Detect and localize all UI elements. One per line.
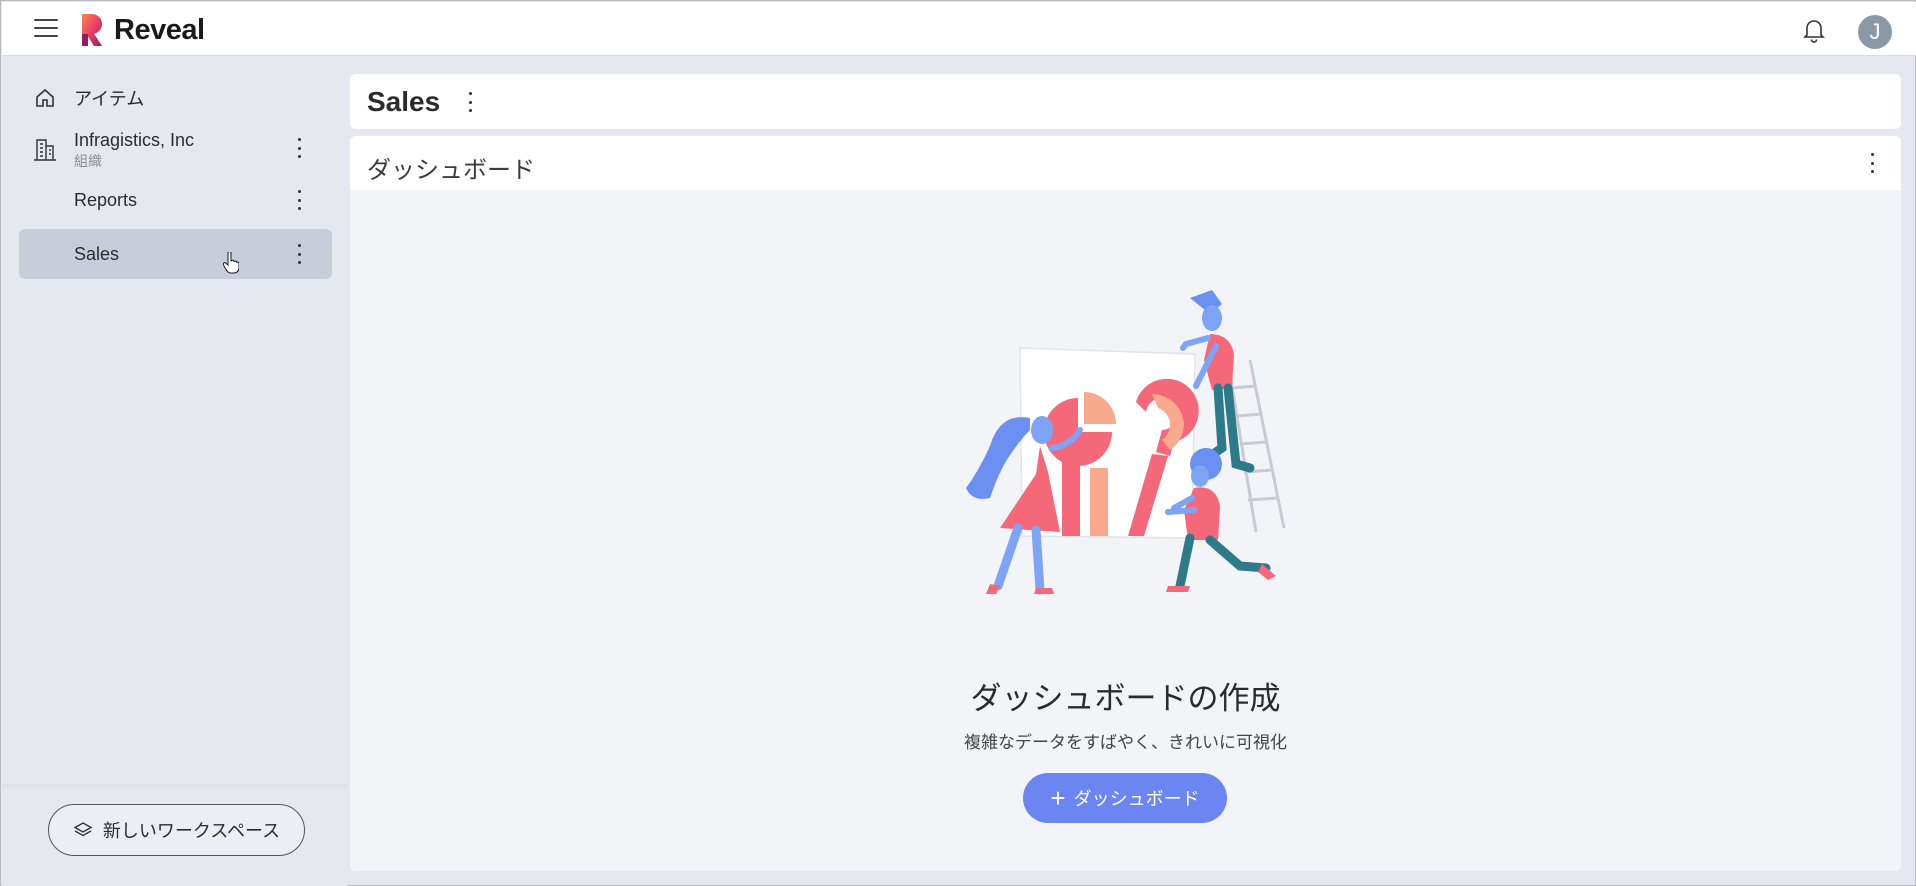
sidebar-divider: [2, 784, 347, 790]
section-title: ダッシュボード: [367, 157, 535, 184]
create-dashboard-label: ダッシュボード: [1073, 789, 1200, 809]
new-workspace-label: 新しいワークスペース: [102, 821, 281, 841]
top-app-bar: Reveal J: [2, 2, 1916, 56]
create-dashboard-button[interactable]: + ダッシュボード: [1023, 773, 1227, 823]
sidebar-item-label: Infragistics, Inc: [74, 130, 195, 150]
new-workspace-button[interactable]: 新しいワークスペース: [48, 804, 305, 856]
sidebar-item-sales[interactable]: Sales: [19, 229, 332, 279]
sidebar-item-label: Reports: [74, 189, 138, 210]
kebab-icon[interactable]: [296, 244, 302, 264]
app-logo[interactable]: Reveal: [78, 12, 205, 48]
sidebar-item-sublabel: 組織: [74, 153, 102, 169]
sidebar-item-label: Sales: [74, 243, 120, 264]
plus-icon: +: [1050, 783, 1066, 813]
menu-icon[interactable]: [34, 19, 58, 39]
sidebar-item-reports[interactable]: Reports: [19, 175, 332, 225]
bell-icon[interactable]: [1800, 16, 1828, 44]
home-icon: [36, 88, 54, 107]
pointer-cursor-icon: [223, 252, 239, 274]
app-name: Reveal: [114, 13, 205, 46]
sidebar-item-items[interactable]: アイテム: [19, 73, 332, 123]
empty-state-title: ダッシュボードの作成: [970, 681, 1281, 716]
workspace-title-bar: Sales: [350, 74, 1901, 129]
empty-state-subtitle: 複雑なデータをすばやく、きれいに可視化: [964, 733, 1287, 752]
kebab-icon[interactable]: [296, 138, 302, 158]
sidebar: アイテム Infragistics, Inc 組織 Reports Sales …: [2, 57, 347, 886]
empty-state-illustration: [966, 290, 1286, 595]
reveal-logo-icon: [82, 13, 103, 46]
user-avatar[interactable]: J: [1858, 15, 1892, 49]
kebab-icon[interactable]: [1869, 153, 1875, 173]
kebab-icon[interactable]: [296, 190, 302, 210]
page-title: Sales: [367, 86, 441, 117]
sidebar-item-label: アイテム: [74, 89, 145, 109]
layers-icon: [73, 822, 93, 837]
app-frame: Reveal J アイテム Infragistics, Inc 組織 Repor…: [0, 0, 1916, 886]
kebab-icon[interactable]: [467, 92, 473, 112]
panel-header: ダッシュボード: [350, 136, 1901, 190]
sidebar-item-organization[interactable]: Infragistics, Inc 組織: [19, 123, 332, 173]
building-icon: [34, 139, 56, 161]
dashboards-panel: ダッシュボード ダッシュボードの作成 複雑なデータをすばやく、きれいに可視化 +…: [350, 136, 1901, 871]
